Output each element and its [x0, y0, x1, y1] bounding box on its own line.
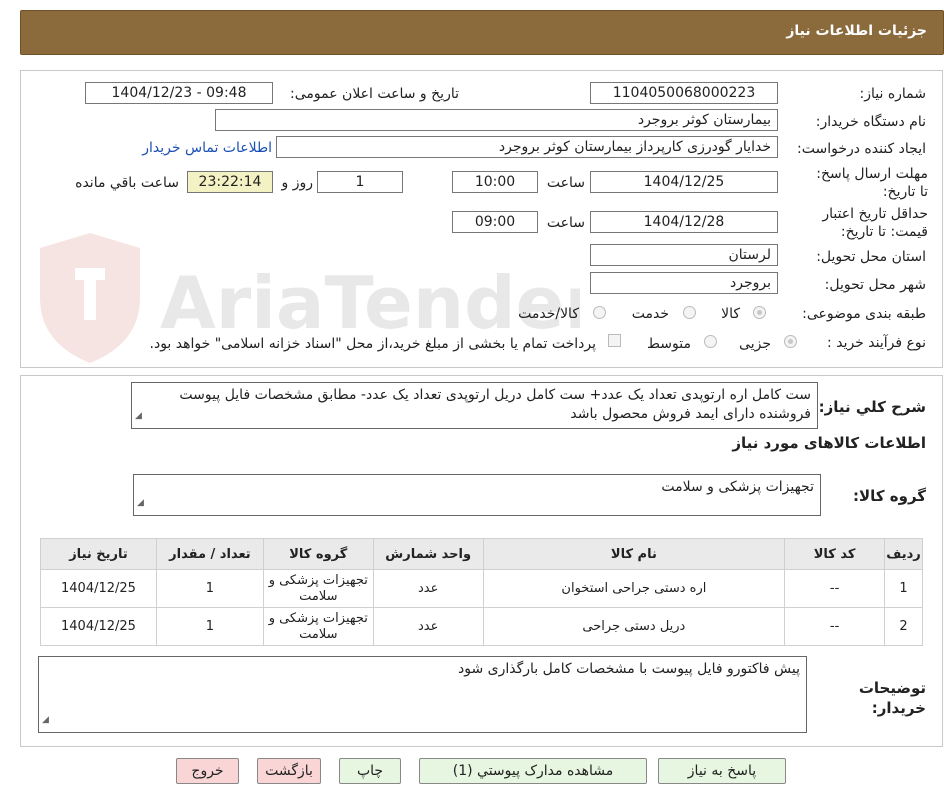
- treasury-payment-checkbox[interactable]: [608, 334, 621, 347]
- cell-group: تجهیزات پزشکی و سلامت: [262, 569, 374, 608]
- cell-unit: عدد: [372, 569, 484, 608]
- days-label: روز و: [281, 175, 314, 191]
- description-label: شرح کلي نياز:: [818, 398, 926, 416]
- need-number-field: 1104050068000223: [590, 82, 778, 104]
- goods-table: ردیف کد کالا نام کالا واحد شمارش گروه کا…: [40, 538, 923, 646]
- col-header-group: گروه کالا: [262, 538, 374, 570]
- category-radio-goods-service[interactable]: [593, 306, 606, 319]
- buyer-contact-link[interactable]: اطلاعات تماس خریدار: [142, 140, 272, 156]
- cell-code: --: [784, 607, 886, 646]
- purchase-option-medium: متوسط: [647, 336, 691, 352]
- cell-name: دریل دستی جراحی: [482, 607, 786, 646]
- buyer-notes-label: توضیحات خریدار:: [858, 679, 926, 717]
- purchase-radio-medium[interactable]: [704, 335, 717, 348]
- goods-group-value: تجهیزات پزشکی و سلامت: [661, 479, 814, 495]
- resize-grip-icon[interactable]: ◢: [137, 494, 144, 513]
- purchase-option-minor: جزیی: [739, 336, 771, 352]
- resize-grip-icon[interactable]: ◢: [135, 407, 142, 426]
- cell-group: تجهیزات پزشکی و سلامت: [262, 607, 374, 646]
- goods-group-textarea[interactable]: تجهیزات پزشکی و سلامت ◢: [133, 474, 821, 516]
- requester-label: ایجاد کننده درخواست:: [797, 141, 926, 157]
- purchase-type-label: نوع فرآیند خرید :: [827, 335, 926, 351]
- send-deadline-time-field: 10:00: [452, 171, 538, 193]
- province-field: لرستان: [590, 244, 778, 266]
- category-option-goods: کالا: [721, 306, 740, 322]
- days-field: 1: [317, 171, 403, 193]
- price-validity-time-label: ساعت: [546, 215, 585, 231]
- category-option-service: خدمت: [631, 306, 669, 322]
- category-option-goods-service: کالا/خدمت: [518, 306, 579, 322]
- view-attachments-button[interactable]: مشاهده مدارک پیوستي (1): [419, 758, 647, 784]
- city-field: بروجرد: [590, 272, 778, 294]
- remaining-time-label: ساعت باقي مانده: [75, 175, 179, 191]
- col-header-row-num: ردیف: [884, 538, 923, 570]
- price-validity-label: حداقل تاریخ اعتبار قیمت: تا تاریخ:: [822, 206, 928, 240]
- back-button[interactable]: بازگشت: [257, 758, 321, 784]
- cell-row-num: 2: [884, 607, 923, 646]
- city-label: شهر محل تحویل:: [824, 277, 926, 293]
- requester-field: خدایار گودرزی کارپرداز بیمارستان کوثر بر…: [276, 136, 778, 158]
- send-deadline-label: مهلت ارسال پاسخ: تا تاریخ:: [816, 166, 928, 200]
- table-row: 1 -- اره دستی جراحی استخوان عدد تجهیزات …: [40, 569, 923, 608]
- reply-button[interactable]: پاسخ به نیاز: [658, 758, 786, 784]
- col-header-code: کد کالا: [784, 538, 886, 570]
- need-number-label: شماره نیاز:: [859, 86, 927, 102]
- cell-name: اره دستی جراحی استخوان: [482, 569, 786, 608]
- category-radio-service[interactable]: [683, 306, 696, 319]
- table-header-row: ردیف کد کالا نام کالا واحد شمارش گروه کا…: [40, 538, 923, 570]
- cell-date: 1404/12/25: [40, 569, 157, 608]
- category-label: طبقه بندی موضوعی:: [802, 306, 926, 322]
- page-header: جزئیات اطلاعات نیاز: [20, 10, 944, 55]
- price-validity-date-field: 1404/12/28: [590, 211, 778, 233]
- remaining-time-field: 23:22:14: [187, 171, 273, 193]
- exit-button[interactable]: خروج: [176, 758, 239, 784]
- description-text: ست کامل اره ارتوپدی تعداد یک عدد+ ست کام…: [179, 387, 811, 422]
- send-deadline-date-field: 1404/12/25: [590, 171, 778, 193]
- col-header-name: نام کالا: [482, 538, 786, 570]
- description-textarea[interactable]: ست کامل اره ارتوپدی تعداد یک عدد+ ست کام…: [131, 382, 818, 429]
- cell-qty: 1: [155, 569, 264, 608]
- purchase-radio-minor[interactable]: [784, 335, 797, 348]
- cell-row-num: 1: [884, 569, 923, 608]
- buyer-notes-textarea[interactable]: پیش فاکتورو فایل پیوست با مشخصات کامل با…: [38, 656, 807, 733]
- print-button[interactable]: چاپ: [339, 758, 401, 784]
- resize-grip-icon[interactable]: ◢: [42, 711, 49, 730]
- announce-datetime-label: تاریخ و ساعت اعلان عمومی:: [290, 86, 459, 102]
- buyer-notes-text: پیش فاکتورو فایل پیوست با مشخصات کامل با…: [457, 661, 800, 677]
- buyer-org-label: نام دستگاه خریدار:: [815, 114, 926, 130]
- col-header-unit: واحد شمارش: [372, 538, 484, 570]
- treasury-payment-note: پرداخت تمام یا بخشی از مبلغ خرید،از محل …: [149, 336, 596, 352]
- col-header-date: تاریخ نیاز: [40, 538, 157, 570]
- cell-date: 1404/12/25: [40, 607, 157, 646]
- cell-code: --: [784, 569, 886, 608]
- cell-qty: 1: [155, 607, 264, 646]
- announce-datetime-field: 1404/12/23 - 09:48: [85, 82, 273, 104]
- col-header-qty: تعداد / مقدار: [155, 538, 264, 570]
- price-validity-time-field: 09:00: [452, 211, 538, 233]
- cell-unit: عدد: [372, 607, 484, 646]
- send-deadline-time-label: ساعت: [546, 175, 585, 191]
- page-title: جزئیات اطلاعات نیاز: [786, 23, 927, 39]
- category-radio-goods[interactable]: [753, 306, 766, 319]
- goods-group-label: گروه کالا:: [853, 487, 926, 505]
- table-row: 2 -- دریل دستی جراحی عدد تجهیزات پزشکی و…: [40, 607, 923, 646]
- goods-section-title: اطلاعات کالاهای مورد نیاز: [732, 434, 926, 452]
- province-label: استان محل تحویل:: [816, 249, 926, 265]
- buyer-org-field: بیمارستان کوثر بروجرد: [215, 109, 778, 131]
